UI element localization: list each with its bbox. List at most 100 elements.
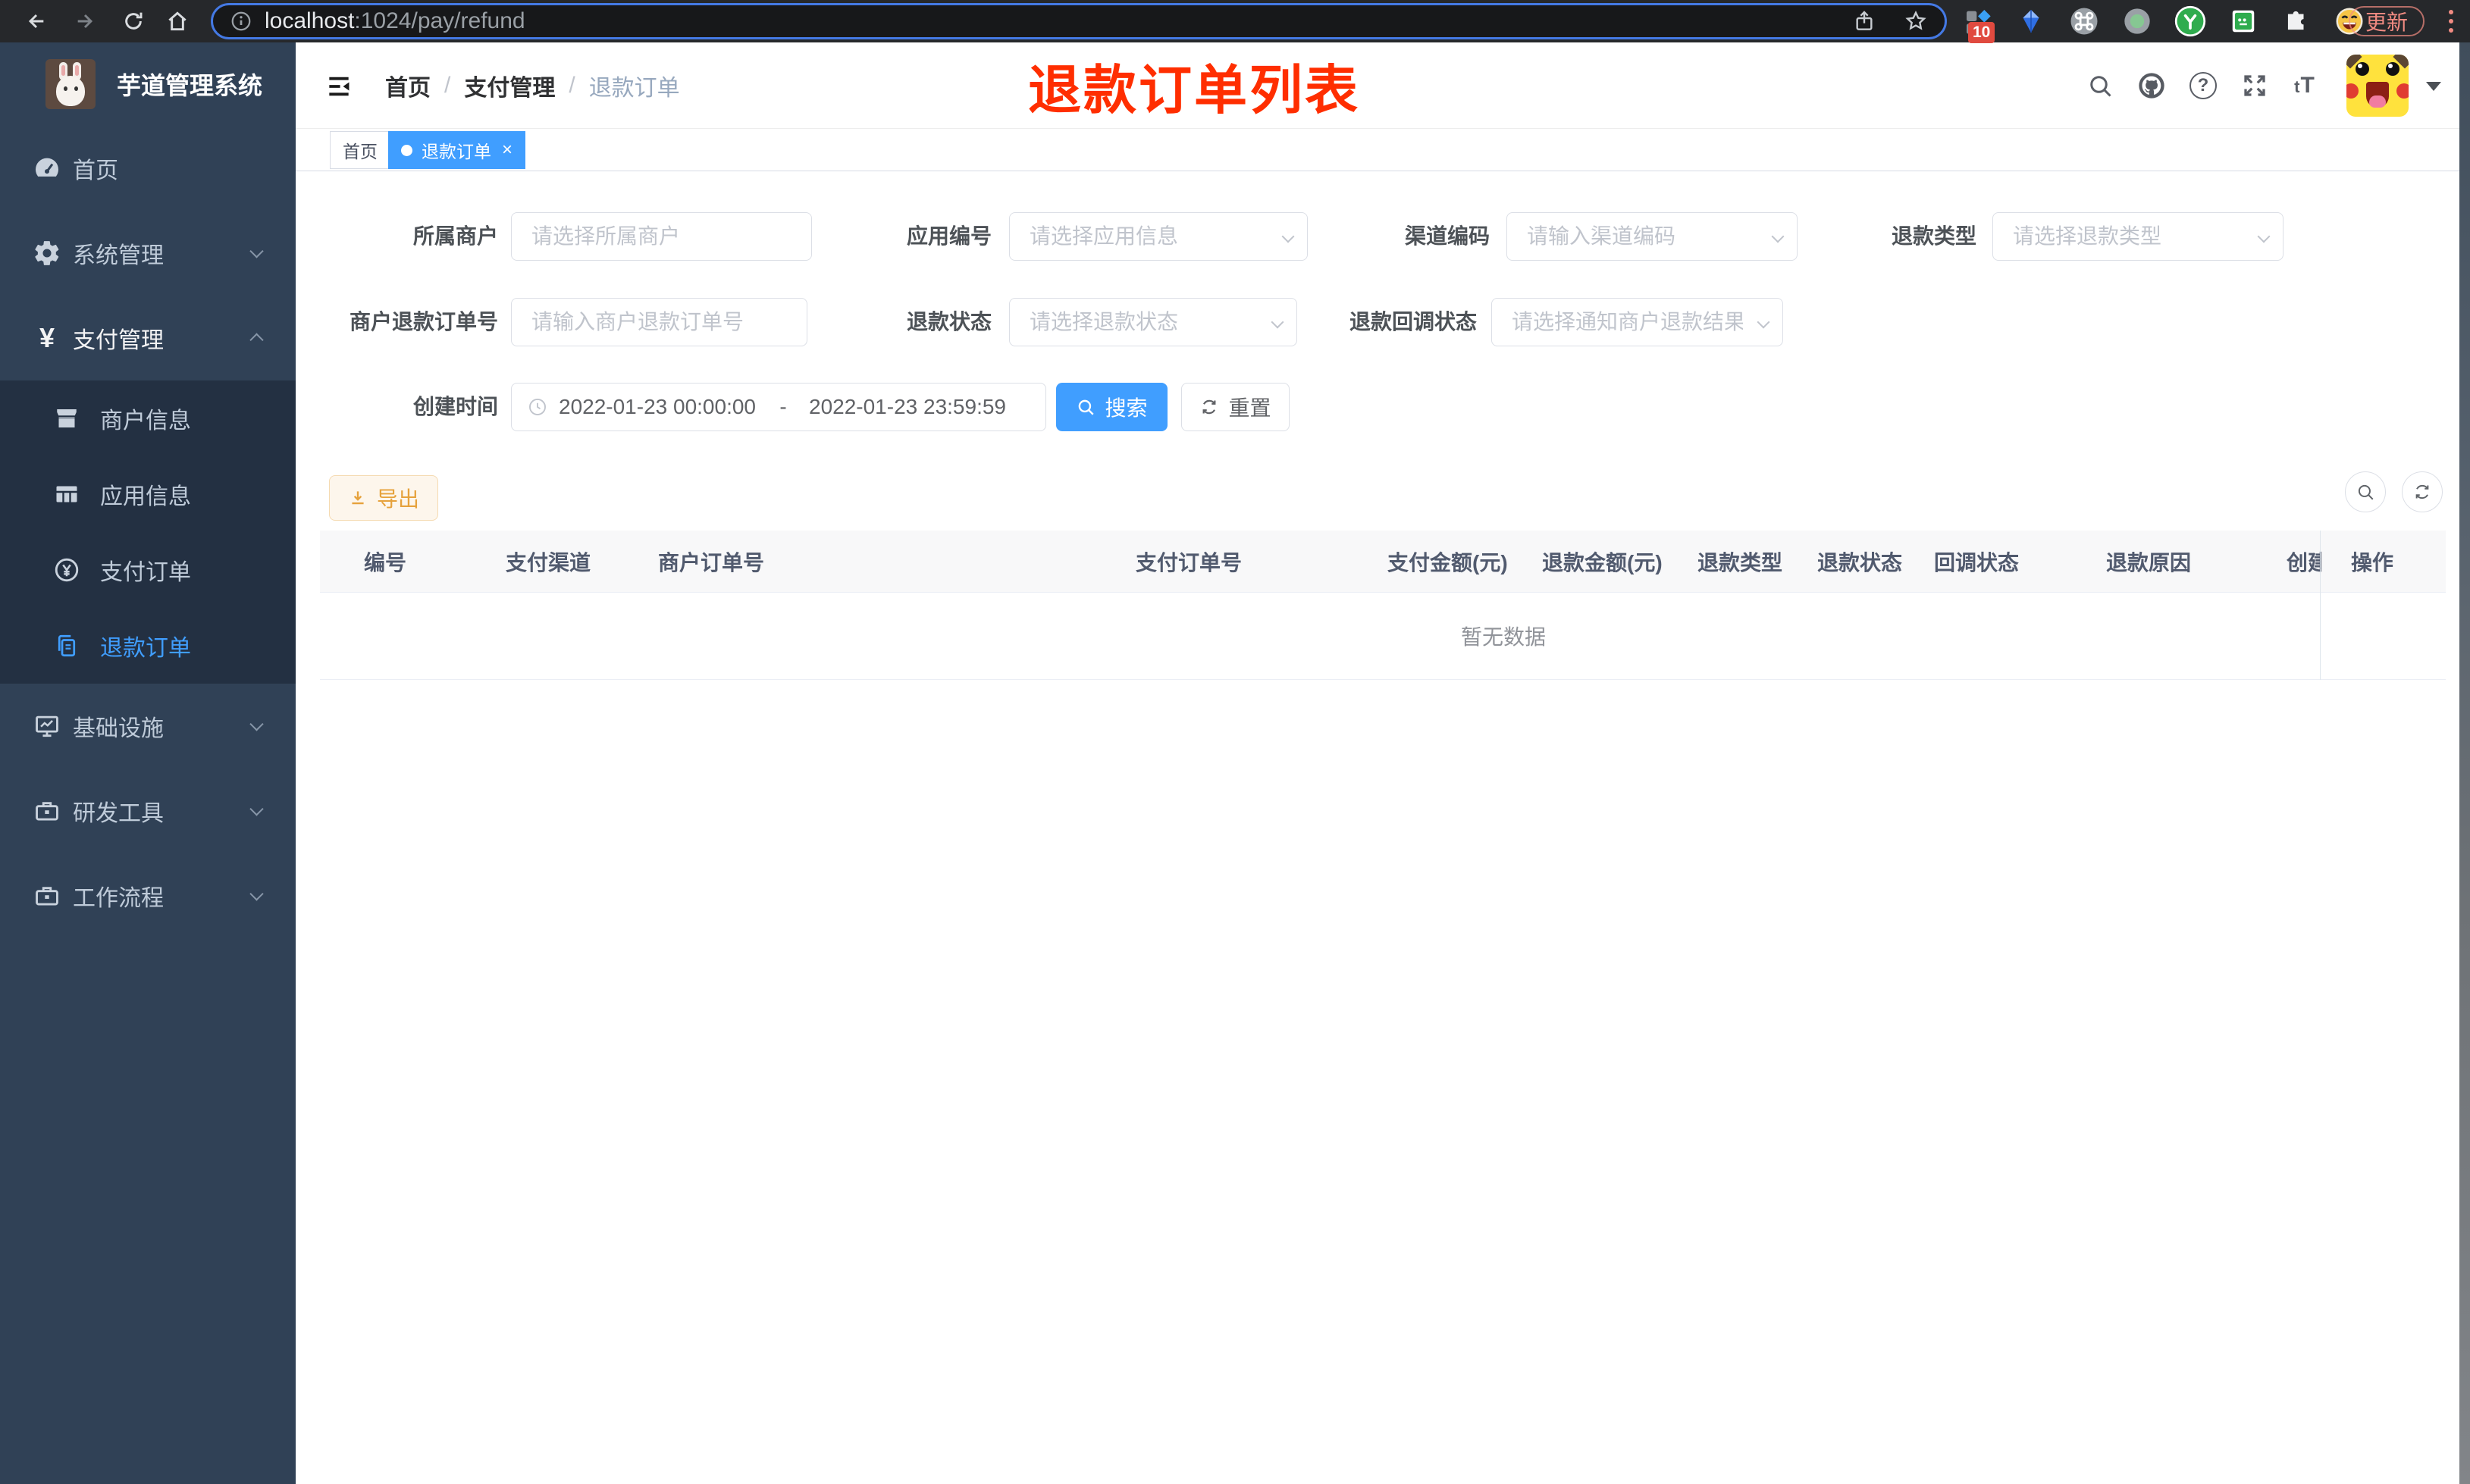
annotation-title: 退款订单列表 xyxy=(1028,61,1360,120)
reset-button[interactable]: 重置 xyxy=(1181,383,1290,431)
col-actions: 操作 xyxy=(2351,550,2394,575)
tag-home[interactable]: 首页 xyxy=(330,131,390,169)
address-bar[interactable]: localhost:1024/pay/refund xyxy=(211,3,1947,39)
filter-label-channel: 渠道编码 xyxy=(1404,224,1490,248)
filter-label-create-time: 创建时间 xyxy=(412,395,498,418)
site-info-icon[interactable] xyxy=(230,10,252,33)
extension-grid-icon[interactable]: 10 xyxy=(1961,4,1995,43)
extension-green-dot-icon[interactable] xyxy=(2120,4,2155,39)
sidebar-item-home[interactable]: 首页 xyxy=(0,126,296,211)
app-logo-link[interactable]: 芋道管理系统 xyxy=(0,42,296,126)
empty-text: 暂无数据 xyxy=(1460,625,1547,649)
col-id: 编号 xyxy=(364,550,407,575)
sidebar: 芋道管理系统 首页 系统管理 ¥ 支付管理 商户信息 应用信息 支付订单 退款订… xyxy=(0,42,296,1484)
window-scrollbar[interactable] xyxy=(2459,42,2470,1484)
github-icon[interactable] xyxy=(2130,42,2173,129)
avatar-caret-icon[interactable] xyxy=(2426,82,2441,91)
refund-status-select[interactable] xyxy=(1009,298,1297,346)
refresh-icon xyxy=(2415,484,2429,499)
fullscreen-icon[interactable] xyxy=(2233,42,2276,129)
sidebar-item-dev-tools[interactable]: 研发工具 xyxy=(0,769,296,853)
sidebar-item-pay-order[interactable]: 支付订单 xyxy=(0,532,296,608)
extension-command-icon[interactable] xyxy=(2067,4,2102,39)
browser-update-button[interactable]: 更新 xyxy=(2349,6,2425,36)
active-dot-icon xyxy=(401,144,412,156)
filter-label-notify-status: 退款回调状态 xyxy=(1349,310,1477,333)
browser-chrome: localhost:1024/pay/refund 10 更新 xyxy=(0,0,2470,43)
browser-forward-button[interactable] xyxy=(70,6,100,36)
col-refund-reason: 退款原因 xyxy=(2106,550,2192,575)
refresh-table-button[interactable] xyxy=(2402,471,2443,512)
sidebar-item-infrastructure[interactable]: 基础设施 xyxy=(0,684,296,769)
filter-label-merchant-refund-no: 商户退款订单号 xyxy=(349,310,498,333)
col-pay-amount: 支付金额(元) xyxy=(1387,550,1508,575)
search-icon xyxy=(1079,399,1095,415)
sidebar-item-system[interactable]: 系统管理 xyxy=(0,211,296,296)
sidebar-item-workflow[interactable]: 工作流程 xyxy=(0,853,296,938)
gear-icon xyxy=(29,239,65,268)
table-empty-row: 暂无数据 xyxy=(320,593,2446,680)
yen-icon: ¥ xyxy=(39,322,55,353)
refund-table: 编号 支付渠道 商户订单号 支付订单号 支付金额(元) 退款金额(元) 退款类型… xyxy=(320,531,2446,680)
documents-icon xyxy=(50,632,83,659)
sidebar-item-app-info[interactable]: 应用信息 xyxy=(0,456,296,532)
export-button[interactable]: 导出 xyxy=(329,475,438,521)
clock-icon xyxy=(529,399,546,415)
download-icon xyxy=(352,491,364,505)
toolbox-icon xyxy=(29,797,65,825)
browser-home-button[interactable] xyxy=(162,6,193,36)
arrow-left-icon xyxy=(28,14,44,29)
extension-gem-icon[interactable] xyxy=(2014,4,2048,39)
col-refund-amount: 退款金额(元) xyxy=(1542,550,1663,575)
sidebar-item-refund-order[interactable]: 退款订单 xyxy=(0,608,296,684)
refresh-icon xyxy=(1203,399,1216,415)
sidebar-item-merchant-info[interactable]: 商户信息 xyxy=(0,380,296,456)
help-icon[interactable]: ? xyxy=(2182,42,2224,129)
col-create-time: 创建时间 xyxy=(2287,550,2321,575)
header-search-icon[interactable] xyxy=(2079,42,2121,129)
channel-select[interactable] xyxy=(1506,212,1798,261)
app-title: 芋道管理系统 xyxy=(117,72,263,99)
merchant-select[interactable] xyxy=(511,212,812,261)
extension-y-icon[interactable] xyxy=(2173,4,2208,39)
breadcrumb-current: 退款订单 xyxy=(588,76,680,101)
breadcrumb-home[interactable]: 首页 xyxy=(385,69,431,102)
col-merchant-order-no: 商户订单号 xyxy=(658,550,765,575)
table-header-row: 编号 支付渠道 商户订单号 支付订单号 支付金额(元) 退款金额(元) 退款类型… xyxy=(320,531,2446,593)
dashboard-icon xyxy=(29,153,65,183)
url-path: :1024/pay/refund xyxy=(354,8,525,33)
close-icon[interactable]: × xyxy=(502,141,512,159)
create-time-range-picker[interactable]: 2022-01-23 00:00:00 - 2022-01-23 23:59:5… xyxy=(511,383,1046,431)
col-pay-channel: 支付渠道 xyxy=(506,550,591,575)
avatar[interactable] xyxy=(2346,55,2409,117)
monitor-chart-icon xyxy=(29,712,65,740)
navbar: 首页 / 支付管理 / 退款订单 ? tT xyxy=(296,42,2470,129)
share-icon[interactable] xyxy=(1852,9,1876,33)
chevron-down-icon xyxy=(249,887,264,901)
show-search-toggle-button[interactable] xyxy=(2345,471,2386,512)
col-refund-type: 退款类型 xyxy=(1697,550,1783,575)
date-start-value: 2022-01-23 00:00:00 xyxy=(559,395,756,418)
tag-refund-order[interactable]: 退款订单 × xyxy=(388,131,526,169)
search-button[interactable]: 搜索 xyxy=(1056,383,1168,431)
sidebar-item-pay[interactable]: ¥ 支付管理 xyxy=(0,296,296,380)
extension-chat-icon[interactable] xyxy=(2226,4,2261,39)
page-content: 所属商户 应用编号 渠道编码 退款类型 商户退款订单号 退款状态 退款 xyxy=(296,171,2470,1484)
filter-label-refund-status: 退款状态 xyxy=(906,310,992,333)
bookmark-star-icon[interactable] xyxy=(1904,9,1928,33)
refund-type-select[interactable] xyxy=(1992,212,2283,261)
col-pay-order-no: 支付订单号 xyxy=(1136,550,1243,575)
chevron-down-icon xyxy=(249,802,264,816)
browser-back-button[interactable] xyxy=(21,6,52,36)
chevron-down-icon xyxy=(249,244,264,258)
notify-status-select[interactable] xyxy=(1491,298,1783,346)
browser-reload-button[interactable] xyxy=(118,6,149,36)
breadcrumb-pay[interactable]: 支付管理 xyxy=(464,69,555,102)
font-size-icon[interactable]: tT xyxy=(2283,42,2326,129)
filter-label-app: 应用编号 xyxy=(906,224,992,248)
extension-puzzle-icon[interactable] xyxy=(2279,4,2314,39)
fold-menu-icon[interactable] xyxy=(324,72,353,101)
merchant-refund-no-input[interactable] xyxy=(511,298,807,346)
browser-menu-icon[interactable] xyxy=(2449,10,2455,33)
app-select[interactable] xyxy=(1009,212,1308,261)
